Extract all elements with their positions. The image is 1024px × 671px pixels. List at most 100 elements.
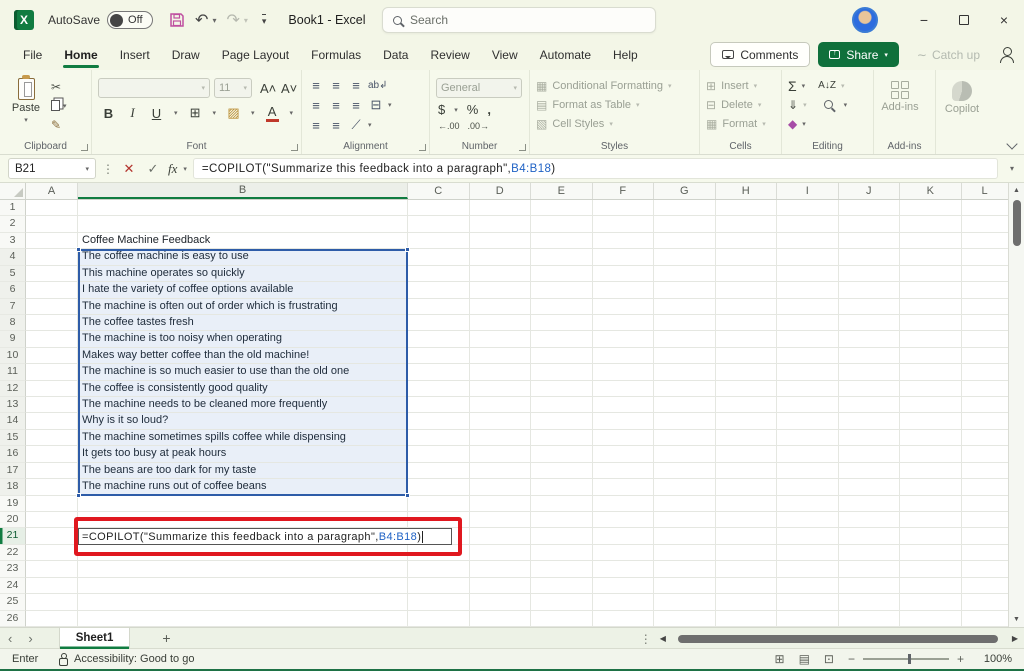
cell-K5[interactable]	[900, 266, 962, 282]
cell-F12[interactable]	[593, 381, 655, 397]
column-header-D[interactable]: D	[470, 183, 532, 199]
cell-B1[interactable]	[78, 200, 408, 216]
cell-J10[interactable]	[839, 348, 901, 364]
zoom-slider-thumb[interactable]	[908, 654, 911, 664]
cell-K20[interactable]	[900, 512, 962, 528]
format-cells-button[interactable]: ▦ Format ▾	[706, 114, 775, 133]
cell-L25[interactable]	[962, 594, 1009, 610]
cell-F6[interactable]	[593, 282, 655, 298]
cell-A12[interactable]	[26, 381, 78, 397]
cell-C24[interactable]	[408, 578, 470, 594]
cell-B25[interactable]	[78, 594, 408, 610]
cell-L16[interactable]	[962, 446, 1009, 462]
cell-I19[interactable]	[777, 496, 839, 512]
cell-G9[interactable]	[654, 331, 716, 347]
cell-H19[interactable]	[716, 496, 778, 512]
search-box[interactable]	[382, 7, 656, 33]
cell-K11[interactable]	[900, 364, 962, 380]
cell-D13[interactable]	[470, 397, 532, 413]
cell-J1[interactable]	[839, 200, 901, 216]
cell-C10[interactable]	[408, 348, 470, 364]
cell-F23[interactable]	[593, 561, 655, 577]
cell-F13[interactable]	[593, 397, 655, 413]
cell-H23[interactable]	[716, 561, 778, 577]
cell-E6[interactable]	[531, 282, 593, 298]
cell-L18[interactable]	[962, 479, 1009, 495]
row-header-15[interactable]: 15	[0, 430, 26, 446]
cell-D7[interactable]	[470, 299, 532, 315]
cell-F14[interactable]	[593, 413, 655, 429]
cell-C4[interactable]	[408, 249, 470, 265]
cell-L7[interactable]	[962, 299, 1009, 315]
cell-L4[interactable]	[962, 249, 1009, 265]
cell-F16[interactable]	[593, 446, 655, 462]
horizontal-scrollbar[interactable]	[674, 634, 1004, 644]
cell-E14[interactable]	[531, 413, 593, 429]
clipboard-dialog-launcher-icon[interactable]	[81, 144, 88, 151]
cell-B8[interactable]: The coffee tastes fresh	[78, 315, 408, 331]
cell-D18[interactable]	[470, 479, 532, 495]
cell-J15[interactable]	[839, 430, 901, 446]
formula-input[interactable]: =COPILOT("Summarize this feedback into a…	[193, 158, 998, 179]
comma-style-icon[interactable]: ,	[487, 102, 491, 117]
zoom-out-icon[interactable]: −	[848, 652, 855, 666]
cell-C26[interactable]	[408, 611, 470, 627]
catch-up-button[interactable]: ∼ Catch up	[907, 42, 990, 67]
redo-dropdown-icon[interactable]: ▾	[244, 16, 248, 25]
cell-B12[interactable]: The coffee is consistently good quality	[78, 381, 408, 397]
ribbon-tab-file[interactable]: File	[12, 40, 53, 70]
cell-K8[interactable]	[900, 315, 962, 331]
cell-K26[interactable]	[900, 611, 962, 627]
cell-J21[interactable]	[839, 528, 901, 544]
cell-H17[interactable]	[716, 463, 778, 479]
previous-sheet-icon[interactable]: ‹	[0, 631, 20, 646]
cell-A13[interactable]	[26, 397, 78, 413]
cell-E17[interactable]	[531, 463, 593, 479]
cell-E20[interactable]	[531, 512, 593, 528]
cell-D23[interactable]	[470, 561, 532, 577]
clear-dropdown-icon[interactable]: ▾	[802, 120, 806, 128]
cell-D20[interactable]	[470, 512, 532, 528]
cell-J23[interactable]	[839, 561, 901, 577]
cell-G5[interactable]	[654, 266, 716, 282]
column-header-L[interactable]: L	[962, 183, 1009, 199]
cell-F26[interactable]	[593, 611, 655, 627]
cell-K19[interactable]	[900, 496, 962, 512]
cell-J8[interactable]	[839, 315, 901, 331]
cell-D21[interactable]	[470, 528, 532, 544]
cell-H6[interactable]	[716, 282, 778, 298]
cell-C16[interactable]	[408, 446, 470, 462]
cell-H25[interactable]	[716, 594, 778, 610]
font-color-dropdown-icon[interactable]: ▾	[290, 109, 294, 117]
cell-D5[interactable]	[470, 266, 532, 282]
cell-I25[interactable]	[777, 594, 839, 610]
cell-G12[interactable]	[654, 381, 716, 397]
font-color-icon[interactable]: A	[266, 104, 279, 122]
cell-K6[interactable]	[900, 282, 962, 298]
cell-A11[interactable]	[26, 364, 78, 380]
cell-b21-edit[interactable]: =COPILOT("Summarize this feedback into a…	[78, 528, 452, 544]
cell-K10[interactable]	[900, 348, 962, 364]
cell-F22[interactable]	[593, 545, 655, 561]
cell-L5[interactable]	[962, 266, 1009, 282]
cell-C3[interactable]	[408, 233, 470, 249]
row-header-22[interactable]: 22	[0, 545, 26, 561]
cell-K18[interactable]	[900, 479, 962, 495]
row-header-20[interactable]: 20	[0, 512, 26, 528]
cell-F9[interactable]	[593, 331, 655, 347]
number-dialog-launcher-icon[interactable]	[519, 144, 526, 151]
cell-A10[interactable]	[26, 348, 78, 364]
cell-D8[interactable]	[470, 315, 532, 331]
cell-F20[interactable]	[593, 512, 655, 528]
cell-B11[interactable]: The machine is so much easier to use tha…	[78, 364, 408, 380]
cell-G10[interactable]	[654, 348, 716, 364]
ribbon-tab-draw[interactable]: Draw	[161, 40, 211, 70]
cell-D1[interactable]	[470, 200, 532, 216]
cell-B20[interactable]	[78, 512, 408, 528]
cell-H10[interactable]	[716, 348, 778, 364]
cell-F24[interactable]	[593, 578, 655, 594]
cell-E1[interactable]	[531, 200, 593, 216]
cell-G21[interactable]	[654, 528, 716, 544]
cell-G18[interactable]	[654, 479, 716, 495]
cell-K2[interactable]	[900, 216, 962, 232]
